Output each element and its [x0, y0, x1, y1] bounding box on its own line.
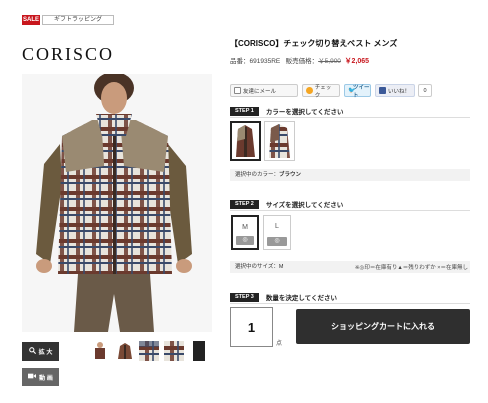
step3-header: STEP 3 数量を決定してください	[230, 291, 337, 303]
thumbnail-2[interactable]	[115, 341, 135, 361]
zoom-button[interactable]: 拡 大	[22, 342, 59, 361]
zoom-label: 拡 大	[38, 350, 53, 356]
video-label: 動 画	[39, 375, 53, 382]
step1-label: カラーを選択してください	[265, 109, 344, 116]
check-icon	[306, 87, 313, 94]
step3-badge: STEP 3	[230, 292, 259, 302]
step3-label: 数量を決定してください	[265, 295, 337, 302]
stock-status: ◎	[236, 236, 254, 245]
quantity-input[interactable]: 1	[230, 307, 273, 347]
stock-legend: ※◎印＝在庫有り▲＝残りわずか ×＝在庫無し	[354, 265, 468, 271]
video-icon	[28, 373, 37, 381]
size-option-label: L	[275, 223, 279, 230]
selected-color-prefix: 選択中のカラー：	[235, 172, 280, 178]
sale-price: ￥2,065	[344, 58, 370, 65]
product-title: 【CORISCO】チェック切り替えベスト メンズ	[230, 39, 398, 48]
facebook-icon	[379, 87, 386, 94]
like-count: 0	[418, 84, 432, 97]
color-swatch-navy[interactable]	[264, 121, 295, 161]
product-main-image[interactable]	[22, 74, 212, 332]
thumbnail-1[interactable]	[90, 341, 110, 361]
brand-logo: CORISCO	[22, 44, 115, 64]
size-option-label: M	[242, 224, 248, 231]
divider	[230, 303, 470, 304]
step1-badge: STEP 1	[230, 106, 259, 116]
original-price: ￥5,900	[318, 58, 341, 65]
divider	[230, 117, 470, 118]
selected-color-value: ブラウン	[279, 172, 302, 178]
check-button[interactable]: チェック	[302, 84, 340, 99]
price-label: 販売価格：	[285, 58, 319, 65]
thumbnail-5[interactable]	[189, 341, 209, 361]
step2-badge: STEP 2	[230, 199, 259, 209]
selected-size-prefix: 選択中のサイズ：	[235, 264, 279, 270]
like-button[interactable]: いいね！	[375, 84, 415, 97]
step1-header: STEP 1 カラーを選択してください	[230, 105, 343, 117]
color-swatch-brown[interactable]	[230, 121, 261, 161]
stock-status: ◎	[267, 237, 287, 246]
magnifier-icon	[28, 347, 36, 356]
divider	[230, 210, 470, 211]
like-count-value: 0	[423, 87, 427, 94]
mail-icon	[234, 87, 241, 94]
thumbnail-4[interactable]	[164, 341, 184, 361]
tweet-label: ツイート	[353, 84, 370, 99]
selected-size-value: M	[278, 264, 284, 270]
like-label: いいね！	[388, 88, 411, 95]
size-option-l[interactable]: L ◎	[263, 215, 291, 250]
mail-friend-button[interactable]: 友達にメール	[230, 84, 298, 97]
quantity-unit: 点	[276, 341, 283, 347]
size-option-m[interactable]: M ◎	[231, 215, 259, 250]
product-code: 691935RE	[249, 58, 281, 65]
check-label: チェック	[314, 84, 332, 99]
selected-color-bar: 選択中のカラー：ブラウン	[230, 169, 470, 181]
add-to-cart-button[interactable]: ショッピングカートに入れる	[296, 309, 470, 344]
product-meta: 品番：691935RE 販売価格：￥5,900 ￥2,065	[230, 55, 369, 66]
mail-friend-label: 友達にメール	[243, 88, 277, 95]
sale-badge: SALE	[22, 15, 40, 25]
gift-wrapping-badge: ギフトラッピング	[42, 15, 114, 25]
code-label: 品番：	[230, 58, 250, 65]
step2-header: STEP 2 サイズを選択してください	[230, 198, 343, 210]
thumbnail-3[interactable]	[139, 341, 159, 361]
tweet-label-wrap: ツイート	[344, 84, 372, 99]
step2-label: サイズを選択してください	[265, 202, 344, 209]
video-button[interactable]: 動 画	[22, 368, 59, 386]
